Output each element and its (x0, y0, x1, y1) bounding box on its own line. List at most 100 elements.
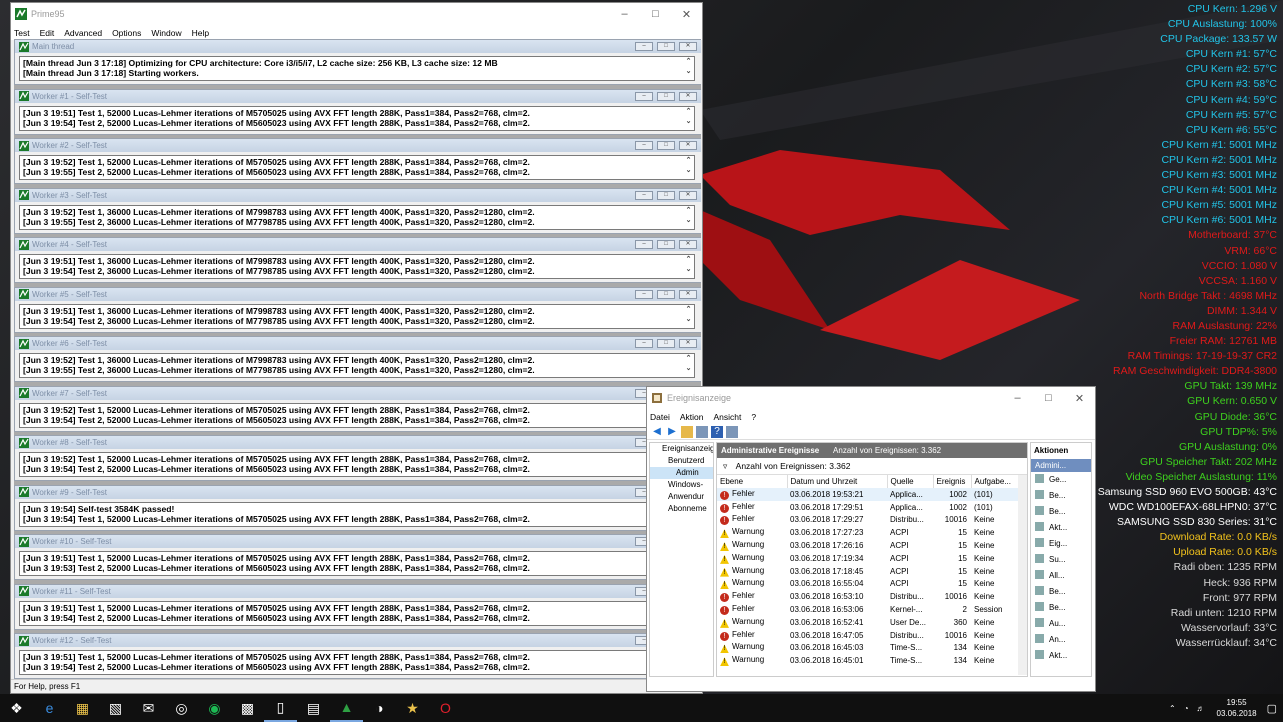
table-row[interactable]: ! Warnung 03.06.2018 17:27:23 ACPI 15 Keine (717, 526, 1019, 539)
menu-aktion[interactable]: Aktion (680, 412, 704, 422)
child-close-button[interactable]: ✕ (679, 190, 697, 200)
close-button[interactable]: ✕ (1064, 392, 1095, 405)
prime95-window[interactable]: Prime95 – □ ✕ Test Edit Advanced Options… (10, 2, 703, 694)
child-titlebar[interactable]: Worker #6 - Self-Test – □ ✕ (15, 337, 701, 350)
child-maximize-button[interactable]: □ (657, 91, 675, 101)
events-scrollbar[interactable] (1018, 475, 1027, 675)
windows-start-icon[interactable]: ❖ (0, 694, 33, 722)
log-output[interactable]: [Jun 3 19:51] Test 1, 36000 Lucas-Lehmer… (19, 254, 695, 279)
table-row[interactable]: ! Fehler 03.06.2018 16:53:10 Distribu... 100… (717, 590, 1019, 603)
table-row[interactable]: ! Warnung 03.06.2018 16:45:03 Time-S... 134 K… (717, 642, 1019, 655)
worker-window[interactable]: Worker #10 - Self-Test–□✕ [Jun 3 19:51] T… (14, 534, 701, 580)
log-scrollbar[interactable]: ⌃⌄ (683, 255, 694, 278)
action-item[interactable]: Be... (1031, 600, 1091, 616)
worker-window[interactable]: Worker #1 - Self-Test – □ ✕ [Jun 3 19:51] Te… (14, 88, 701, 135)
table-row[interactable]: ! Warnung 03.06.2018 17:26:16 ACPI 15 Keine (717, 539, 1019, 552)
child-titlebar[interactable]: Worker #1 - Self-Test – □ ✕ (15, 89, 701, 103)
yellow-app-icon[interactable]: ★ (396, 694, 429, 722)
maximize-button[interactable]: □ (640, 8, 671, 21)
tree-item-benutzerdefiniert[interactable]: Benutzerd (650, 455, 713, 467)
child-titlebar[interactable]: Worker #5 - Self-Test – □ ✕ (15, 287, 701, 301)
action-item[interactable]: An... (1031, 632, 1091, 648)
action-item[interactable]: Eig... (1031, 536, 1091, 552)
child-close-button[interactable]: ✕ (679, 240, 697, 249)
spotify-icon[interactable]: ◉ (198, 694, 231, 722)
action-item[interactable]: Akt... (1031, 520, 1091, 536)
menu-test[interactable]: Test (14, 28, 30, 38)
child-titlebar[interactable]: Worker #8 - Self-Test–□✕ (15, 436, 701, 449)
tree-item-abonnements[interactable]: Abonneme (650, 503, 713, 515)
table-row[interactable]: ! Warnung 03.06.2018 16:52:41 User De... 360… (717, 616, 1019, 629)
menu-options[interactable]: Options (112, 28, 141, 38)
log-output[interactable]: [Jun 3 19:51] Test 1, 36000 Lucas-Lehmer… (19, 303, 695, 329)
table-row[interactable]: ! Warnung 03.06.2018 16:55:04 ACPI 15 Keine (717, 578, 1019, 591)
column-header[interactable]: Quelle (887, 475, 934, 488)
notepad-icon[interactable]: ▤ (297, 694, 330, 722)
child-minimize-button[interactable]: – (635, 141, 653, 150)
worker-window[interactable]: Worker #11 - Self-Test–□✕ [Jun 3 19:51] T… (14, 583, 701, 630)
child-titlebar[interactable]: Worker #3 - Self-Test – □ ✕ (15, 188, 701, 202)
child-titlebar[interactable]: Main thread – □ ✕ (15, 40, 701, 53)
folder-icon[interactable] (681, 425, 693, 438)
table-row[interactable]: ! Warnung 03.06.2018 17:19:34 ACPI 15 Keine (717, 552, 1019, 565)
worker-window[interactable]: Worker #6 - Self-Test – □ ✕ [Jun 3 19:52] Te… (14, 336, 701, 382)
log-scrollbar[interactable]: ⌃⌄ (683, 205, 694, 229)
table-row[interactable]: ! Fehler 03.06.2018 16:47:05 Distribu... 100… (717, 629, 1019, 642)
log-output[interactable]: [Jun 3 19:51] Test 1, 52000 Lucas-Lehmer… (19, 105, 695, 131)
menu-help[interactable]: ? (751, 412, 756, 422)
log-output[interactable]: [Jun 3 19:51] Test 1, 52000 Lucas-Lehmer… (19, 600, 695, 626)
child-titlebar[interactable]: Worker #2 - Self-Test – □ ✕ (15, 139, 701, 152)
log-output[interactable]: [Main thread Jun 3 17:18] Optimizing for… (19, 56, 695, 81)
log-output[interactable]: [Jun 3 19:52] Test 1, 52000 Lucas-Lehmer… (19, 452, 695, 477)
child-close-button[interactable]: ✕ (679, 289, 697, 299)
child-maximize-button[interactable]: □ (657, 289, 675, 299)
worker-window[interactable]: Worker #5 - Self-Test – □ ✕ [Jun 3 19:51] Te… (14, 286, 701, 333)
action-item[interactable]: All... (1031, 568, 1091, 584)
notification-icon[interactable]: ▢ (1267, 702, 1277, 715)
close-button[interactable]: ✕ (671, 8, 702, 21)
child-maximize-button[interactable]: □ (657, 42, 675, 51)
help-icon[interactable]: ? (711, 425, 723, 438)
child-minimize-button[interactable]: – (635, 190, 653, 200)
log-output[interactable]: [Jun 3 19:52] Test 1, 36000 Lucas-Lehmer… (19, 204, 695, 230)
child-minimize-button[interactable]: – (635, 91, 653, 101)
child-close-button[interactable]: ✕ (679, 42, 697, 51)
mail-icon[interactable]: ✉ (132, 694, 165, 722)
child-close-button[interactable]: ✕ (679, 339, 697, 348)
chevron-up-icon[interactable]: ⌃ (1169, 704, 1176, 713)
column-header[interactable]: Aufgabe... (971, 475, 1020, 488)
child-titlebar[interactable]: Worker #12 - Self-Test–□✕ (15, 634, 701, 647)
worker-window[interactable]: Worker #9 - Self-Test–□✕ [Jun 3 19:54] Se… (14, 484, 701, 531)
child-minimize-button[interactable]: – (635, 240, 653, 249)
column-header[interactable]: Datum und Uhrzeit (787, 475, 888, 488)
child-minimize-button[interactable]: – (635, 289, 653, 299)
log-output[interactable]: [Jun 3 19:52] Test 1, 52000 Lucas-Lehmer… (19, 155, 695, 180)
worker-window[interactable]: Worker #12 - Self-Test–□✕ [Jun 3 19:51] T… (14, 633, 701, 679)
explorer-icon[interactable]: ▦ (66, 694, 99, 722)
action-item[interactable]: Be... (1031, 584, 1091, 600)
actions-section[interactable]: Admini... (1031, 459, 1091, 472)
worker-window[interactable]: Worker #4 - Self-Test – □ ✕ [Jun 3 19:51] Te… (14, 237, 701, 283)
child-titlebar[interactable]: Worker #7 - Self-Test–□✕ (15, 386, 701, 400)
worker-window[interactable]: Worker #3 - Self-Test – □ ✕ [Jun 3 19:52] Te… (14, 187, 701, 234)
action-item[interactable]: Ge... (1031, 472, 1091, 488)
minimize-button[interactable]: – (1002, 392, 1033, 405)
column-header[interactable]: Ebene (717, 475, 788, 488)
worker-window[interactable]: Worker #7 - Self-Test–□✕ [Jun 3 19:52] Te… (14, 385, 701, 432)
worker-window[interactable]: Worker #2 - Self-Test – □ ✕ [Jun 3 19:52] Te… (14, 138, 701, 184)
network-icon[interactable]: ◔ (1184, 704, 1189, 713)
event-viewer-titlebar[interactable]: Ereignisanzeige – □ ✕ (647, 387, 1095, 409)
child-maximize-button[interactable]: □ (657, 190, 675, 200)
table-row[interactable]: ! Fehler 03.06.2018 16:53:06 Kernel-... 2 Ses… (717, 603, 1019, 616)
log-output[interactable]: [Jun 3 19:52] Test 1, 52000 Lucas-Lehmer… (19, 402, 695, 428)
panel-icon[interactable] (726, 425, 738, 438)
prime95-titlebar[interactable]: Prime95 – □ ✕ (11, 3, 702, 25)
edge-icon[interactable]: e (33, 694, 66, 722)
tree-item-admin[interactable]: Admin (650, 467, 713, 479)
action-item[interactable]: Au... (1031, 616, 1091, 632)
action-item[interactable]: Akt... (1031, 648, 1091, 664)
minimize-button[interactable]: – (609, 8, 640, 21)
back-icon[interactable]: ◀ (651, 426, 663, 438)
table-row[interactable]: ! Fehler 03.06.2018 19:53:21 Applica... 1002… (717, 488, 1019, 501)
log-scrollbar[interactable]: ⌃⌄ (683, 106, 694, 130)
